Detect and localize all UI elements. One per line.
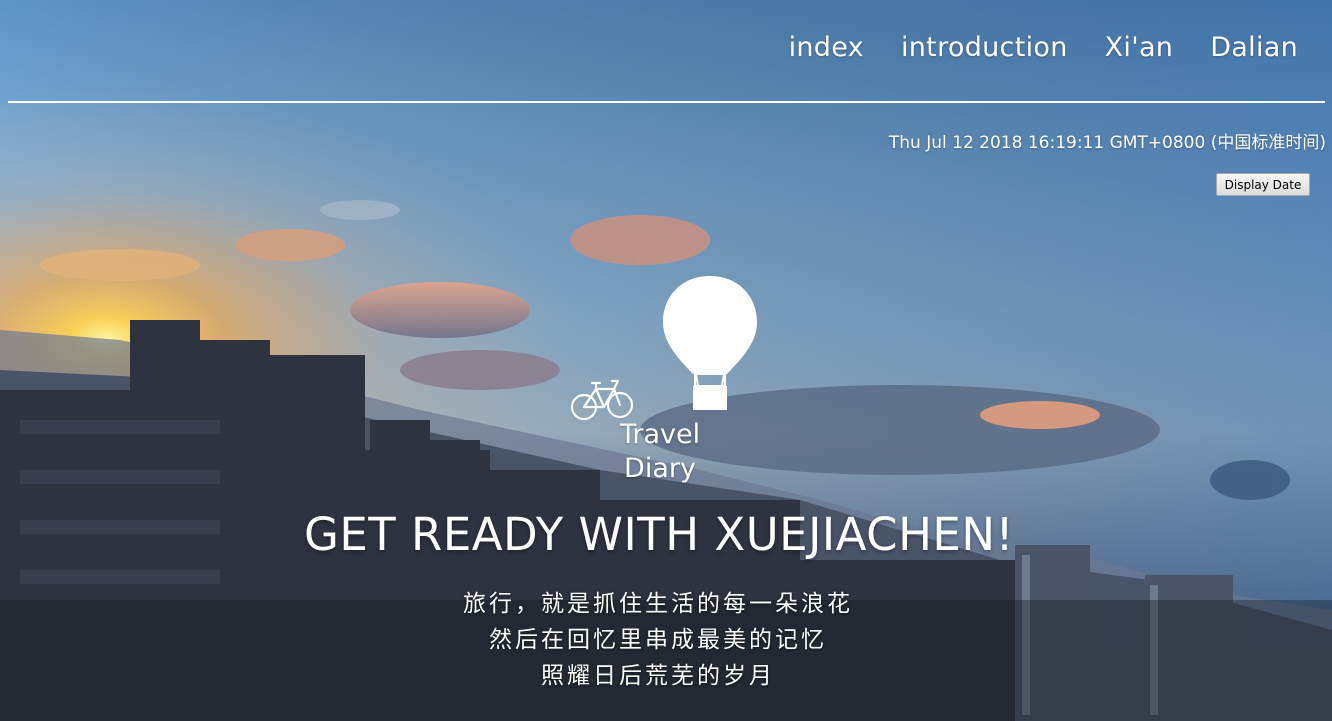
- main-nav: index introduction Xi'an Dalian: [789, 32, 1298, 63]
- bicycle-icon: [570, 373, 634, 423]
- hero-tagline: 旅行，就是抓住生活的每一朵浪花 然后在回忆里串成最美的记忆 照耀日后荒芜的岁月: [400, 586, 916, 694]
- hot-air-balloon-icon: [660, 274, 760, 414]
- nav-link-xian[interactable]: Xi'an: [1105, 32, 1174, 63]
- display-date-button[interactable]: Display Date: [1216, 173, 1310, 196]
- tagline-line-2: 然后在回忆里串成最美的记忆: [489, 627, 827, 653]
- nav-link-dalian[interactable]: Dalian: [1210, 32, 1298, 63]
- nav-link-introduction[interactable]: introduction: [901, 32, 1068, 63]
- hero-headline: GET READY WITH XUEJIACHEN!: [303, 508, 1015, 561]
- nav-link-index[interactable]: index: [789, 32, 864, 63]
- logo-line-diary: Diary: [624, 453, 696, 484]
- nav-divider: [8, 101, 1325, 103]
- tagline-line-1: 旅行，就是抓住生活的每一朵浪花: [463, 591, 853, 617]
- tagline-line-3: 照耀日后荒芜的岁月: [541, 663, 775, 689]
- travel-diary-logo: Travel Diary: [600, 418, 720, 486]
- current-datetime: Thu Jul 12 2018 16:19:11 GMT+0800 (中国标准时…: [888, 133, 1326, 153]
- logo-line-travel: Travel: [619, 419, 701, 450]
